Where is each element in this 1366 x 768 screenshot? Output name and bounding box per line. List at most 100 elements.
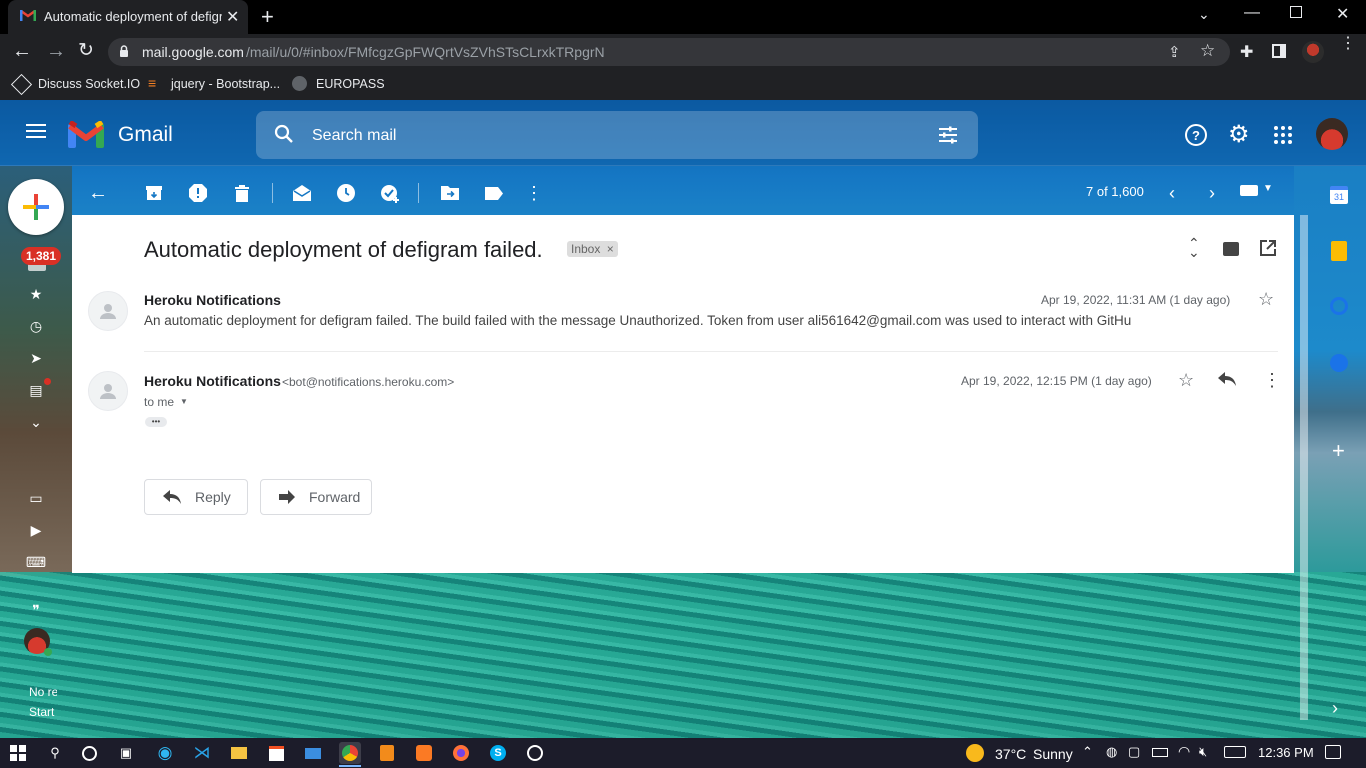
message-sender[interactable]: Heroku Notifications [144,373,281,389]
start-chat-link[interactable]: Start [29,705,57,719]
search-input[interactable]: Search mail [312,127,396,145]
add-to-tasks-icon[interactable] [378,181,402,205]
more-options-icon[interactable]: ⋮ [522,181,546,205]
starred-icon[interactable]: ★ [24,282,48,306]
extensions-icon[interactable]: ✚ [1240,42,1253,62]
search-bar[interactable]: Search mail [256,111,978,159]
bookmark-item[interactable]: jquery - Bootstrap... [171,77,280,91]
tasks-icon[interactable] [1330,297,1348,315]
calendar-icon[interactable]: 31 [1330,186,1348,204]
edge-icon[interactable]: ◉ [154,742,176,764]
new-tab-button[interactable]: + [261,4,274,30]
delete-trash-icon[interactable] [230,181,254,205]
hangouts-quote-icon[interactable]: ❞ [24,598,48,622]
reply-button[interactable]: Reply [144,479,248,515]
file-explorer-icon[interactable] [228,742,250,764]
side-panel-expand-icon[interactable]: › [1332,698,1338,719]
input-tools-dropdown-icon[interactable]: ▼ [1263,183,1273,194]
forward-arrow-icon[interactable]: → [46,40,66,63]
newer-chevron-left-icon[interactable]: ‹ [1160,181,1184,205]
expand-all-icon[interactable]: ⌃ ⌄ [1188,236,1200,259]
volume-muted-icon[interactable]: 🔇︎ [1199,744,1207,760]
reply-arrow-icon[interactable] [1218,372,1236,386]
restore-window-icon[interactable] [1290,6,1302,18]
account-avatar[interactable] [1316,118,1348,150]
search-icon[interactable] [274,124,294,144]
microsoft-store-icon[interactable] [265,742,287,764]
more-chevron-icon[interactable]: ⌄ [24,410,48,434]
message-sender[interactable]: Heroku Notifications [144,292,281,308]
meet-new-meeting-icon[interactable]: ▭ [24,486,48,510]
meet-now-icon[interactable]: ◍ [1106,744,1117,760]
keep-icon[interactable] [1331,241,1347,261]
meet-join-icon[interactable]: ▶ [24,518,48,542]
get-addons-plus-icon[interactable]: + [1332,438,1345,464]
tab-search-icon[interactable]: ⌄ [1198,6,1210,23]
print-icon[interactable] [1223,242,1239,256]
keyboard-icon[interactable]: ⌨ [24,550,48,574]
scrollbar[interactable] [1300,215,1308,720]
snoozed-clock-icon[interactable]: ◷ [24,314,48,338]
weather-condition[interactable]: Sunny [1033,746,1073,762]
report-spam-icon[interactable] [186,181,210,205]
settings-gear-icon[interactable]: ⚙ [1228,120,1250,149]
apps-grid-icon[interactable] [1274,126,1292,144]
search-options-icon[interactable] [938,126,958,144]
battery-icon[interactable] [1152,748,1168,757]
remove-label-icon[interactable]: × [607,242,614,256]
bookmark-item[interactable]: EUROPASS [316,77,385,91]
task-view-icon[interactable]: ▣ [115,742,137,764]
firefox-icon[interactable] [450,742,472,764]
reload-icon[interactable]: ↻ [78,39,94,62]
recipient-details-dropdown-icon[interactable]: ▼ [180,397,188,406]
windows-start-icon[interactable] [10,745,26,761]
input-tools-keyboard-icon[interactable] [1240,185,1258,196]
clock-time[interactable]: 12:36 PM [1258,745,1314,760]
input-keyboard-icon[interactable] [1224,746,1246,758]
back-to-inbox-icon[interactable]: ← [86,181,110,205]
profile-avatar-icon[interactable] [1302,41,1324,63]
share-icon[interactable]: ⇪ [1168,43,1181,61]
show-hidden-icons-chevron-icon[interactable]: ⌃ [1082,744,1093,760]
sent-icon[interactable]: ➤ [24,346,48,370]
bookmark-item[interactable]: Discuss Socket.IO [38,77,140,91]
bookmark-star-icon[interactable]: ☆ [1200,41,1215,61]
sublime-icon[interactable] [376,742,398,764]
cortana-icon[interactable] [82,746,97,761]
gmail-logo-icon[interactable] [68,119,104,148]
help-icon[interactable]: ? [1185,124,1207,146]
contacts-icon[interactable] [1330,354,1348,372]
whatsapp-icon[interactable] [524,742,546,764]
main-menu-icon[interactable] [26,124,46,138]
mail-app-icon[interactable] [302,742,324,764]
browser-menu-icon[interactable]: ⋮ [1340,36,1356,52]
star-icon[interactable]: ☆ [1258,289,1274,310]
message-snippet[interactable]: An automatic deployment for defigram fai… [144,313,1131,328]
mark-unread-icon[interactable] [290,181,314,205]
wifi-icon[interactable]: ◠ [1178,743,1190,760]
minimize-window-icon[interactable]: — [1244,4,1260,22]
show-trimmed-content-button[interactable]: ••• [145,417,167,427]
taskbar-search-icon[interactable]: ⚲ [44,742,66,764]
archive-icon[interactable] [142,181,166,205]
back-arrow-icon[interactable]: ← [12,40,32,63]
weather-temperature[interactable]: 37°C [995,746,1026,762]
side-panel-icon[interactable] [1272,44,1286,58]
older-chevron-right-icon[interactable]: › [1200,181,1224,205]
inbox-label-chip[interactable]: Inbox × [567,241,618,257]
star-icon[interactable]: ☆ [1178,370,1194,391]
message-more-icon[interactable]: ⋮ [1263,370,1281,391]
chrome-taskbar-icon[interactable] [339,742,361,764]
browser-tab[interactable]: Automatic deployment of defigra ✕ [8,0,248,34]
move-to-icon[interactable] [438,181,462,205]
xampp-icon[interactable] [413,742,435,764]
skype-icon[interactable]: S [487,742,509,764]
open-new-window-icon[interactable] [1260,240,1276,256]
tab-close-icon[interactable]: ✕ [226,7,239,27]
compose-button[interactable] [8,179,64,235]
action-center-icon[interactable] [1325,745,1341,759]
vscode-icon[interactable]: ⋊ [191,742,213,764]
close-window-icon[interactable]: ✕ [1336,4,1349,24]
label-tag-icon[interactable] [482,181,506,205]
notification-app-icon[interactable]: ▢ [1128,744,1140,760]
